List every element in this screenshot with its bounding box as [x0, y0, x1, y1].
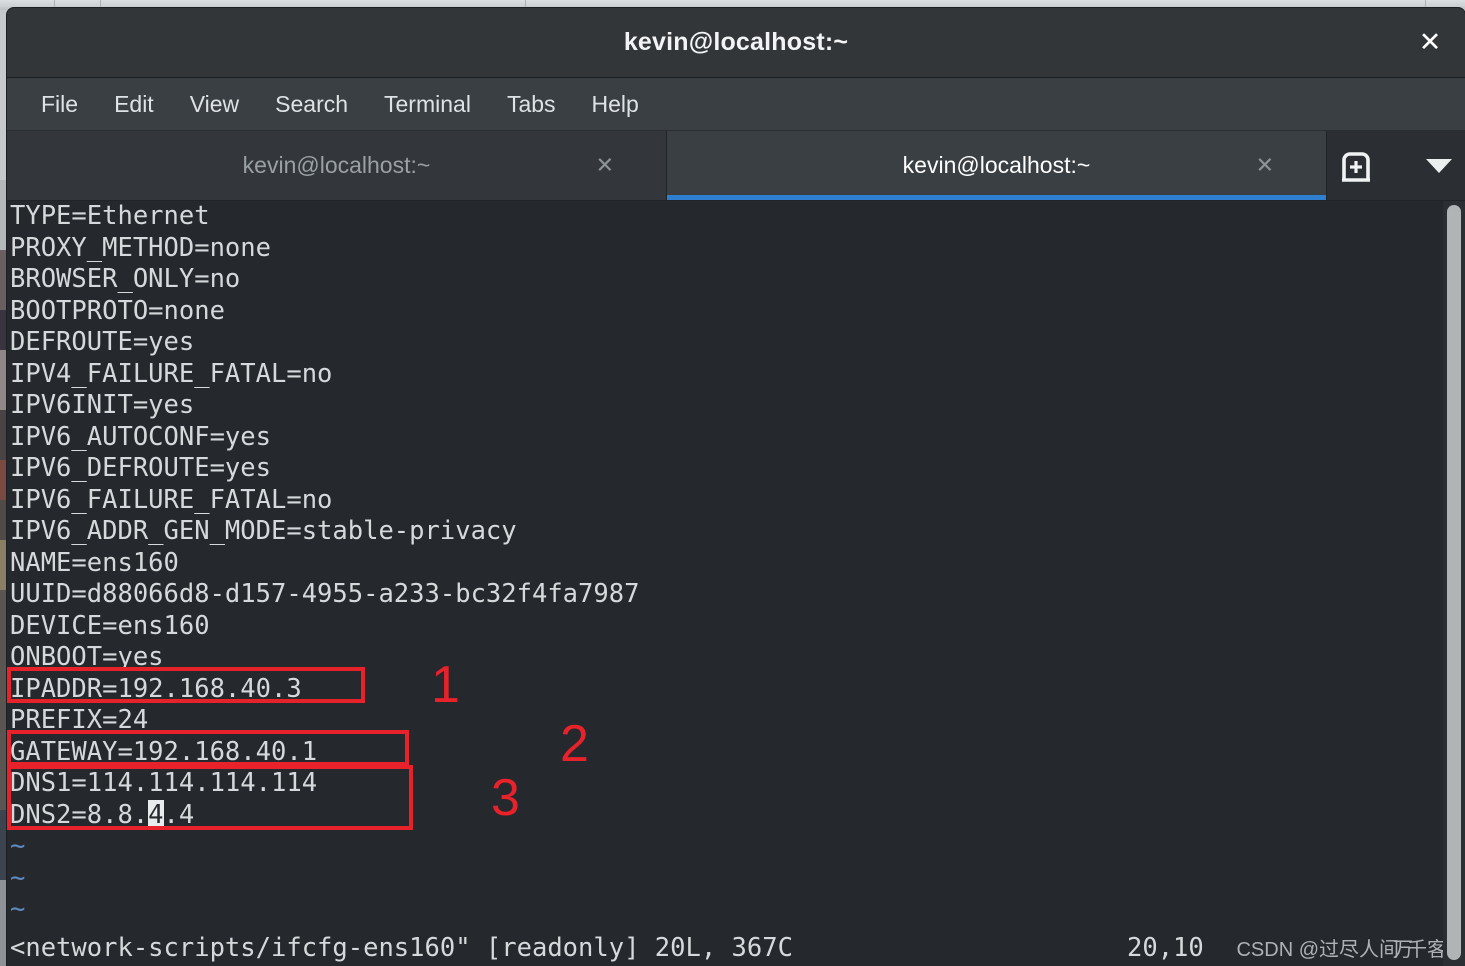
- tab-kevin-localhost-2[interactable]: kevin@localhost:~ ✕: [667, 131, 1327, 200]
- terminal-scrollbar-thumb[interactable]: [1447, 205, 1461, 960]
- menubar: File Edit View Search Terminal Tabs Help: [7, 78, 1465, 131]
- active-tab-indicator: [667, 195, 1326, 200]
- tabbar: kevin@localhost:~ ✕ kevin@localhost:~ ✕: [7, 131, 1465, 201]
- tabbar-actions: [1327, 131, 1465, 200]
- menu-item-view[interactable]: View: [172, 86, 257, 123]
- terminal-line: BOOTPROTO=none: [10, 295, 225, 326]
- terminal-line: DNS1=114.114.114.114: [10, 768, 318, 798]
- chevron-down-icon[interactable]: [1422, 149, 1456, 183]
- menu-item-file[interactable]: File: [23, 86, 96, 123]
- tab-close-icon[interactable]: ✕: [1256, 153, 1274, 178]
- tab-close-icon[interactable]: ✕: [596, 153, 614, 178]
- menu-item-tabs[interactable]: Tabs: [489, 86, 574, 123]
- vim-cursor-position: 20,10: [1127, 932, 1204, 963]
- tab-kevin-localhost-1[interactable]: kevin@localhost:~ ✕: [7, 131, 667, 200]
- text-cursor: 4: [148, 799, 164, 830]
- watermark-name-start: 过尽人: [1319, 939, 1379, 961]
- new-tab-icon[interactable]: [1336, 146, 1376, 186]
- menu-item-help[interactable]: Help: [574, 86, 657, 123]
- terminal-line: PREFIX=24: [10, 705, 149, 735]
- terminal-line: IPV6_AUTOCONF=yes: [10, 421, 271, 452]
- terminal-line: ONBOOT=yes: [10, 642, 164, 672]
- terminal-content[interactable]: TYPE=Ethernet PROXY_METHOD=none BROWSER_ON…: [7, 201, 1465, 966]
- terminal-line: IPV6_ADDR_GEN_MODE=stable-privacy: [10, 516, 517, 546]
- vim-empty-line-marker: ~: [10, 894, 26, 924]
- watermark-name-overlap: 间万: [1379, 939, 1413, 961]
- terminal-line: IPADDR=192.168.40.3: [10, 673, 302, 704]
- terminal-line: BROWSER_ONLY=no: [10, 264, 241, 294]
- menu-item-terminal[interactable]: Terminal: [366, 86, 489, 123]
- window-title: kevin@localhost:~: [623, 28, 849, 56]
- background-left-sliver: [0, 10, 7, 966]
- terminal-line: DEFROUTE=yes: [10, 327, 195, 357]
- vim-status-line: <network-scripts/ifcfg-ens160" [readonly…: [10, 933, 1450, 965]
- close-icon[interactable]: ✕: [1409, 22, 1451, 64]
- terminal-line: GATEWAY=192.168.40.1: [10, 736, 318, 767]
- menu-item-edit[interactable]: Edit: [96, 86, 172, 123]
- terminal-scrollbar-track[interactable]: [1443, 201, 1465, 966]
- terminal-line-cursor: DNS2=8.8.4.4: [10, 799, 639, 832]
- vim-buffer-text: TYPE=Ethernet PROXY_METHOD=none BROWSER_ON…: [10, 201, 639, 926]
- window-titlebar: kevin@localhost:~ ✕: [7, 8, 1465, 78]
- terminal-line: IPV6_DEFROUTE=yes: [10, 453, 271, 483]
- menu-item-search[interactable]: Search: [257, 86, 366, 123]
- terminal-line: UUID=d88066d8-d157-4955-a233-bc32f4fa798…: [10, 579, 640, 609]
- terminal-line: IPV4_FAILURE_FATAL=no: [10, 358, 333, 389]
- cursor-line-before: DNS2=8.8.: [10, 799, 149, 830]
- watermark-prefix: CSDN @: [1236, 939, 1319, 961]
- terminal-line: IPV6INIT=yes: [10, 390, 195, 420]
- watermark-name-end: 千客: [1407, 939, 1447, 961]
- vim-empty-line-marker: ~: [10, 862, 26, 893]
- terminal-line: DEVICE=ens160: [10, 610, 210, 641]
- tab-label: kevin@localhost:~: [902, 152, 1091, 178]
- terminal-line: PROXY_METHOD=none: [10, 232, 271, 263]
- tab-label: kevin@localhost:~: [242, 152, 431, 178]
- vim-empty-line-marker: ~: [10, 831, 26, 861]
- terminal-line: IPV6_FAILURE_FATAL=no: [10, 484, 333, 515]
- terminal-line: TYPE=Ethernet: [10, 201, 210, 231]
- csdn-watermark: CSDN @过尽人间万千客: [1236, 933, 1447, 962]
- terminal-line: NAME=ens160: [10, 547, 179, 578]
- vim-status-file-info: <network-scripts/ifcfg-ens160" [readonly…: [10, 932, 793, 963]
- cursor-line-after: .4: [163, 799, 195, 830]
- terminal-window: kevin@localhost:~ ✕ File Edit View Searc…: [7, 8, 1465, 966]
